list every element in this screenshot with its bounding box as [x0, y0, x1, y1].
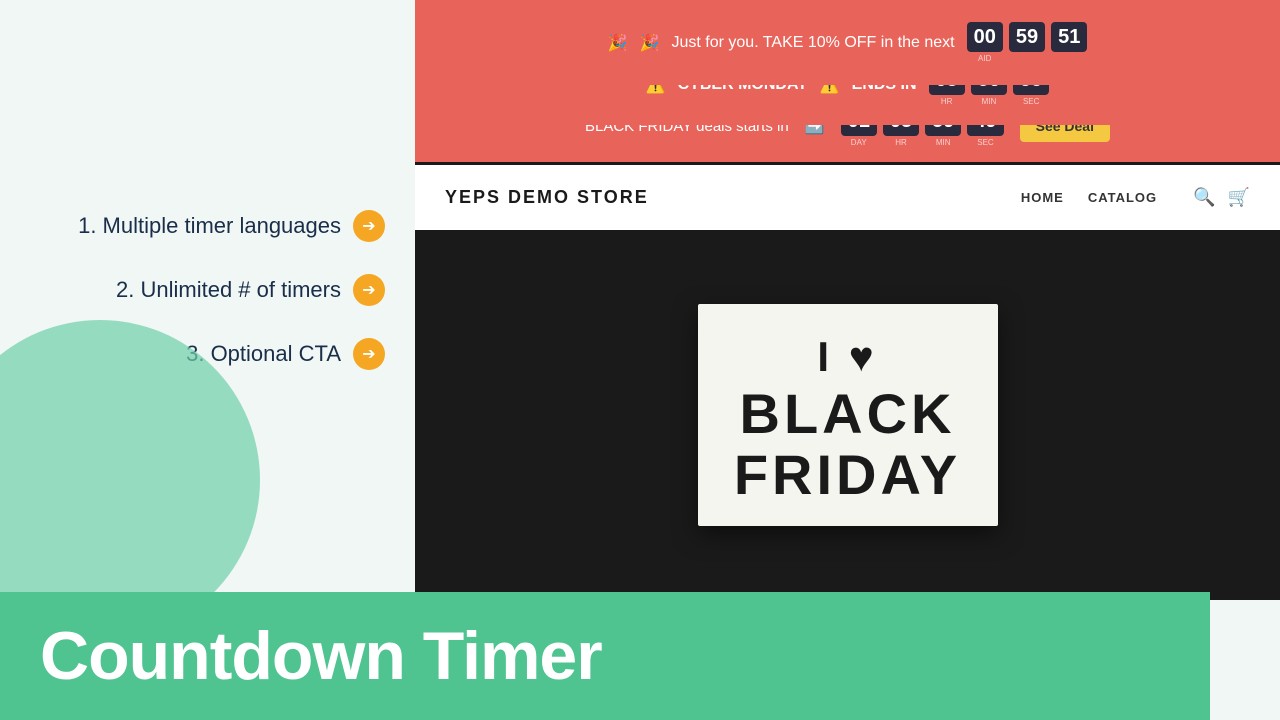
timer-2-hh-label: HR [941, 97, 953, 106]
lightbox-sign: I ♥ BLACK FRIDAY [698, 304, 998, 526]
timer-1-mm: 59 [1009, 22, 1045, 54]
timer-1-emoji1: 🎉 [608, 33, 628, 53]
hero-line2: BLACK [730, 383, 966, 445]
feature-2-arrow[interactable]: ➔ [353, 274, 385, 306]
timer-1-ss-value: 51 [1051, 22, 1087, 52]
feature-1-text: 1. Multiple timer languages [78, 213, 341, 239]
feature-3-arrow[interactable]: ➔ [353, 338, 385, 370]
timer-3-ss-label: SEC [977, 138, 993, 147]
bottom-bar-title: Countdown Timer [40, 617, 602, 695]
timer-1-hh-value: 00 [967, 22, 1003, 52]
timer-1-emoji2: 🎉 [640, 33, 660, 53]
timer-3-dd-label: DAY [851, 138, 867, 147]
feature-1-arrow[interactable]: ➔ [353, 210, 385, 242]
timer-bar-1: 🎉 🎉 Just for you. TAKE 10% OFF in the ne… [415, 0, 1280, 85]
nav-icons: 🔍 🛒 [1193, 187, 1250, 208]
nav-home[interactable]: HOME [1021, 190, 1064, 205]
timer-1-mm-value: 59 [1009, 22, 1045, 52]
hero-line3: FRIDAY [730, 444, 966, 506]
timer-1-ss: 51 [1051, 22, 1087, 54]
search-icon[interactable]: 🔍 [1193, 187, 1215, 208]
timer-2-ss-label: SEC [1023, 97, 1039, 106]
timer-1-hh-label: AID [978, 54, 991, 63]
feature-item-1: 1. Multiple timer languages ➔ [40, 210, 385, 242]
nav-links: HOME CATALOG 🔍 🛒 [1021, 187, 1250, 208]
hero-area: I ♥ BLACK FRIDAY [415, 230, 1280, 600]
timer-2-mm-label: MIN [982, 97, 997, 106]
nav-catalog[interactable]: CATALOG [1088, 190, 1157, 205]
timer-3-mm-label: MIN [936, 138, 951, 147]
timer-3-hh-label: HR [895, 138, 907, 147]
demo-area: 🎉 🎉 Just for you. TAKE 10% OFF in the ne… [415, 0, 1280, 600]
cart-icon[interactable]: 🛒 [1228, 187, 1250, 208]
timer-1-text: Just for you. TAKE 10% OFF in the next [672, 34, 955, 52]
feature-item-2: 2. Unlimited # of timers ➔ [40, 274, 385, 306]
hero-line1: I ♥ [730, 332, 966, 382]
store-nav: YEPS DEMO STORE HOME CATALOG 🔍 🛒 [415, 165, 1280, 230]
bottom-bar: Countdown Timer [0, 592, 1210, 720]
timer-1-hh: 00 AID [967, 22, 1003, 63]
feature-2-text: 2. Unlimited # of timers [116, 277, 341, 303]
store-logo: YEPS DEMO STORE [445, 187, 649, 208]
timer-1-digits: 00 AID 59 51 [967, 22, 1088, 63]
